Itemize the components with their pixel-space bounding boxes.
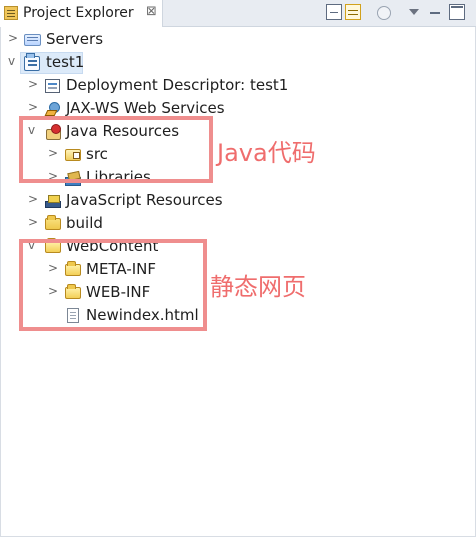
tree-item-label: Servers [46, 30, 104, 48]
javascript-resources-icon [44, 194, 62, 209]
focus-icon[interactable] [377, 6, 391, 20]
folder-icon [45, 215, 61, 230]
expand-icon[interactable]: > [28, 216, 40, 228]
maximize-icon[interactable] [449, 4, 465, 20]
tab-title: Project Explorer [23, 5, 134, 21]
tree-item-label: JAX-WS Web Services [66, 99, 225, 117]
project-explorer-icon [4, 6, 18, 20]
expand-icon[interactable]: > [28, 78, 40, 90]
expand-icon[interactable]: > [28, 193, 40, 205]
tree-item-servers[interactable]: > Servers [0, 29, 476, 51]
descriptor-icon [45, 79, 60, 93]
tree-item-label: JavaScript Resources [66, 191, 223, 209]
tree-item-javascript-resources[interactable]: > JavaScript Resources [0, 190, 476, 212]
collapse-icon[interactable]: v [8, 55, 20, 67]
java-code-annotation: Java代码 [217, 139, 316, 167]
collapse-all-icon[interactable] [326, 4, 342, 20]
minimize-icon[interactable] [427, 4, 443, 20]
tree-item-label: test1 [46, 53, 85, 71]
webcontent-annotation-box [19, 239, 207, 331]
static-pages-annotation: 静态网页 [210, 273, 306, 301]
view-menu-icon[interactable] [406, 4, 422, 20]
tree-item-test1[interactable]: v test1 [0, 52, 476, 74]
expand-icon[interactable]: > [28, 101, 40, 113]
link-with-editor-icon[interactable] [345, 4, 361, 20]
folder-icon [24, 34, 41, 46]
web-services-icon [45, 101, 61, 116]
tree-item-build[interactable]: > build [0, 213, 476, 235]
tree-item-label: build [66, 214, 103, 232]
java-resources-annotation-box [19, 116, 213, 183]
project-icon [24, 53, 40, 71]
tree-item-label: Deployment Descriptor: test1 [66, 76, 289, 94]
project-explorer-tab[interactable]: Project Explorer ⊠ [0, 0, 163, 27]
close-icon[interactable]: ⊠ [146, 5, 157, 19]
tree-item-deployment-descriptor[interactable]: > Deployment Descriptor: test1 [0, 75, 476, 97]
expand-icon[interactable]: > [8, 32, 20, 44]
view-header: Project Explorer ⊠ [0, 0, 476, 27]
